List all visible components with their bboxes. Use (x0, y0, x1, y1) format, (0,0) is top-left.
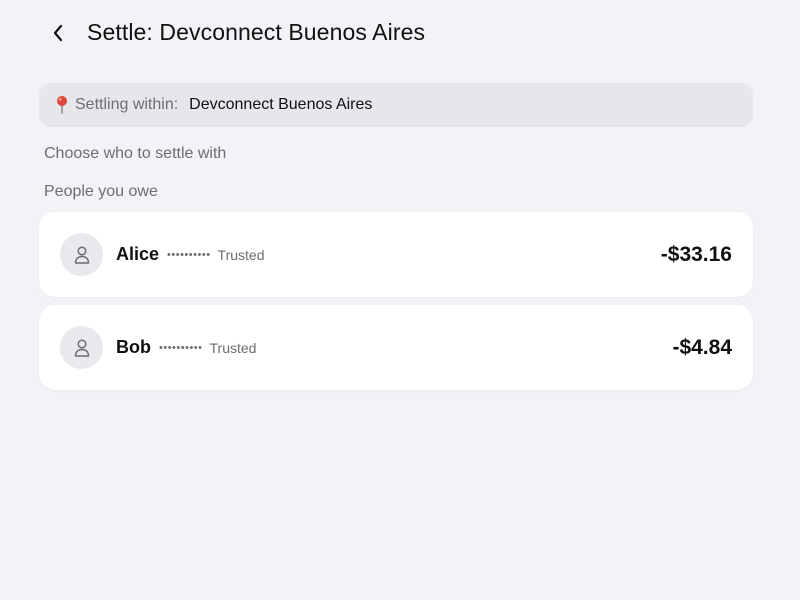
back-button[interactable] (44, 18, 72, 48)
trust-badge: Trusted (217, 246, 265, 263)
avatar (60, 233, 103, 276)
user-icon (74, 245, 89, 264)
settle-screen: Settle: Devconnect Buenos Aires Settling… (0, 0, 800, 600)
person-info: Bob •••••••••• Trusted (116, 305, 256, 390)
choose-heading: Choose who to settle with (44, 145, 227, 162)
person-card-alice[interactable]: Alice •••••••••• Trusted -$33.16 (39, 212, 753, 297)
map-pin-icon (55, 95, 69, 115)
context-value: Devconnect Buenos Aires (189, 96, 373, 113)
header: Settle: Devconnect Buenos Aires (0, 0, 800, 66)
amount-owed: -$33.16 (660, 242, 732, 266)
person-name: Bob (116, 337, 151, 357)
amount-owed: -$4.84 (672, 335, 732, 359)
person-info: Alice •••••••••• Trusted (116, 212, 265, 297)
masked-id: •••••••••• (167, 248, 211, 261)
masked-id: •••••••••• (159, 341, 203, 354)
chevron-left-icon (53, 24, 63, 42)
people-you-owe-heading: People you owe (44, 183, 158, 200)
context-banner: Settling within: Devconnect Buenos Aires (39, 83, 753, 127)
context-label: Settling within: (75, 96, 179, 113)
person-name: Alice (116, 244, 160, 264)
avatar (60, 326, 103, 369)
trust-badge: Trusted (209, 339, 257, 356)
page-title: Settle: Devconnect Buenos Aires (87, 19, 426, 45)
user-icon (74, 338, 89, 357)
person-card-bob[interactable]: Bob •••••••••• Trusted -$4.84 (39, 305, 753, 390)
